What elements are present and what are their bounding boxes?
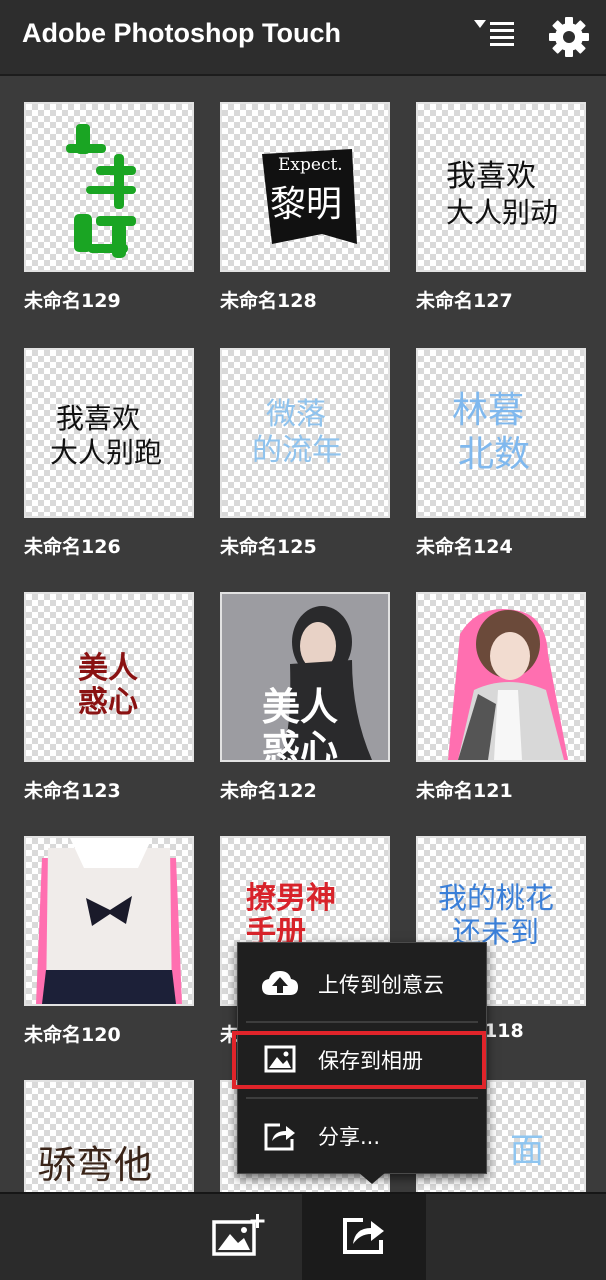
thumb-text: 的流年	[252, 433, 342, 468]
thumb-text: 美人	[78, 651, 138, 686]
project-name: 未命名122	[220, 780, 317, 802]
project-name: 未命名120	[24, 1024, 121, 1046]
thumb-text: 北数	[458, 434, 530, 475]
highlight-box	[232, 1031, 486, 1089]
project-thumbnail	[24, 102, 194, 272]
thumb-text: 撩男神	[246, 881, 336, 916]
project-tile[interactable]: Expect. 黎明 未命名128	[220, 102, 390, 313]
project-tile[interactable]: 美人 惑心 未命名123	[24, 592, 194, 803]
project-thumbnail	[24, 836, 194, 1006]
thumb-text: 林暮	[452, 390, 524, 431]
thumb-text: 美人	[262, 684, 338, 729]
project-thumbnail: 美人 惑心	[24, 592, 194, 762]
project-thumbnail: 林暮 北数	[416, 348, 586, 518]
menu-divider	[246, 1021, 478, 1023]
menu-item-label: 上传到创意云	[318, 973, 444, 997]
project-tile[interactable]: 骄弯他	[24, 1080, 194, 1192]
thumb-text: Expect.	[278, 155, 343, 175]
thumb-text: 我喜欢	[446, 159, 536, 194]
project-tile[interactable]: 林暮 北数 未命名124	[416, 348, 586, 559]
project-thumbnail: Expect. 黎明	[220, 102, 390, 272]
share-button[interactable]	[302, 1194, 426, 1280]
thumb-text: 惑心	[262, 726, 338, 760]
menu-item-upload-creative-cloud[interactable]: 上传到创意云	[246, 949, 478, 1019]
project-thumbnail: 我喜欢 大人别动	[416, 102, 586, 272]
thumb-text: 大人别跑	[50, 436, 162, 469]
menu-item-label: 分享...	[318, 1125, 381, 1149]
menu-divider	[246, 1097, 478, 1099]
thumb-text: 黎明	[270, 184, 342, 225]
project-name: 未命名121	[416, 780, 513, 802]
project-thumbnail: 我喜欢 大人别跑	[24, 348, 194, 518]
menu-item-share[interactable]: 分享...	[246, 1101, 478, 1171]
project-tile[interactable]: 未命名129	[24, 102, 194, 313]
project-name: 未命名129	[24, 290, 121, 312]
project-name: 未命名125	[220, 536, 317, 558]
add-image-icon	[210, 1210, 270, 1264]
app-header: Adobe Photoshop Touch	[0, 0, 606, 76]
thumb-text: 惑心	[78, 685, 138, 720]
thumb-text: 大人别动	[446, 196, 558, 229]
cloud-upload-icon	[260, 967, 300, 1001]
add-image-button[interactable]	[178, 1194, 302, 1280]
project-tile[interactable]: 美人 惑心 未命名122	[220, 592, 390, 803]
thumb-text: 我的桃花	[438, 881, 554, 915]
project-name: 未命名127	[416, 290, 513, 312]
project-thumbnail: 微落 的流年	[220, 348, 390, 518]
share-icon	[339, 1212, 389, 1262]
thumb-text: 面	[510, 1131, 544, 1171]
project-thumbnail: 骄弯他	[24, 1080, 194, 1192]
project-tile[interactable]: 微落 的流年 未命名125	[220, 348, 390, 559]
sort-list-icon[interactable]	[472, 16, 518, 56]
menu-pointer	[358, 1172, 386, 1184]
project-name: 未命名126	[24, 536, 121, 558]
share-icon	[260, 1119, 300, 1153]
project-name: 118	[484, 1020, 524, 1042]
project-name: 未命名124	[416, 536, 513, 558]
gear-icon[interactable]	[548, 16, 590, 58]
thumb-text: 微落	[266, 397, 326, 432]
project-tile[interactable]: 未命名121	[416, 592, 586, 803]
app-title: Adobe Photoshop Touch	[22, 18, 341, 48]
project-name: 未命名128	[220, 290, 317, 312]
project-tile[interactable]: 我喜欢 大人别动 未命名127	[416, 102, 586, 313]
project-thumbnail	[416, 592, 586, 762]
bottom-toolbar	[0, 1192, 606, 1280]
project-tile[interactable]: 我喜欢 大人别跑 未命名126	[24, 348, 194, 559]
thumb-text: 我喜欢	[56, 402, 140, 435]
project-thumbnail: 美人 惑心	[220, 592, 390, 762]
thumb-text: 骄弯他	[38, 1143, 152, 1187]
project-tile[interactable]: 未命名120	[24, 836, 194, 1047]
project-name: 未命名123	[24, 780, 121, 802]
